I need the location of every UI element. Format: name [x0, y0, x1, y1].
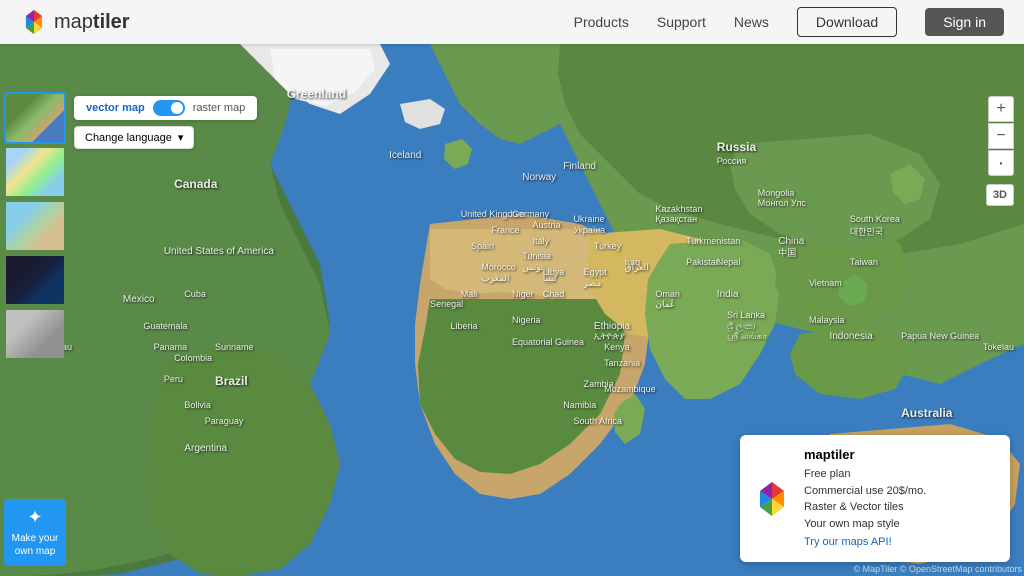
- zoom-reset-button[interactable]: ·: [988, 150, 1014, 176]
- make-your-own-map-button[interactable]: ✦ Make yourown map: [4, 499, 66, 566]
- info-card: maptiler Free plan Commercial use 20$/mo…: [740, 435, 1010, 562]
- map-style-terrain[interactable]: [4, 200, 66, 252]
- change-language-label: Change language: [85, 132, 172, 144]
- map-style-dark[interactable]: [4, 254, 66, 306]
- attribution: © MapTiler © OpenStreetMap contributors: [854, 564, 1023, 574]
- 3d-button[interactable]: 3D: [986, 184, 1014, 206]
- make-map-icon: ✦: [27, 507, 42, 528]
- make-map-label: Make yourown map: [12, 532, 59, 558]
- map-style-grey[interactable]: [4, 308, 66, 360]
- map-style-political[interactable]: [4, 146, 66, 198]
- info-card-title: maptiler: [804, 447, 926, 462]
- chevron-down-icon: ▾: [178, 131, 184, 144]
- zoom-controls: + − ·: [988, 96, 1014, 176]
- toggle-knob: [171, 102, 183, 114]
- map-type-controls: vector map raster map Change language ▾: [74, 96, 257, 149]
- header: maptiler Products Support News Download …: [0, 0, 1024, 44]
- info-line3: Raster & Vector tiles: [804, 499, 926, 516]
- info-title-map: map: [804, 447, 831, 462]
- change-language-button[interactable]: Change language ▾: [74, 126, 194, 149]
- signin-button[interactable]: Sign in: [925, 8, 1004, 36]
- nav-products[interactable]: Products: [574, 14, 629, 30]
- info-card-content: maptiler Free plan Commercial use 20$/mo…: [804, 447, 926, 550]
- info-card-logo: [752, 479, 792, 519]
- info-line2: Commercial use 20$/mo.: [804, 483, 926, 500]
- map-container[interactable]: GreenlandIcelandCanadaRussiaРоссияNorway…: [0, 44, 1024, 576]
- download-button[interactable]: Download: [797, 7, 897, 37]
- map-type-toggle: vector map raster map: [74, 96, 257, 120]
- nav-news[interactable]: News: [734, 14, 769, 30]
- map-style-satellite[interactable]: [4, 92, 66, 144]
- logo-wordmark: maptiler: [54, 11, 130, 34]
- logo-text-tiler: tiler: [93, 11, 130, 33]
- raster-map-option[interactable]: raster map: [189, 100, 250, 116]
- info-title-tiler: tiler: [831, 447, 855, 462]
- logo[interactable]: maptiler: [20, 8, 130, 36]
- info-line1: Free plan: [804, 466, 926, 483]
- main-nav: Products Support News Download Sign in: [574, 7, 1004, 37]
- nav-support[interactable]: Support: [657, 14, 706, 30]
- toggle-switch[interactable]: [153, 100, 185, 116]
- zoom-out-button[interactable]: −: [988, 123, 1014, 149]
- logo-text-map: map: [54, 11, 93, 33]
- zoom-in-button[interactable]: +: [988, 96, 1014, 122]
- info-line4: Your own map style: [804, 516, 926, 533]
- vector-map-option[interactable]: vector map: [82, 100, 149, 116]
- info-card-text: Free plan Commercial use 20$/mo. Raster …: [804, 466, 926, 532]
- try-api-link[interactable]: Try our maps API!: [804, 536, 892, 548]
- maptiler-logo-icon: [20, 8, 48, 36]
